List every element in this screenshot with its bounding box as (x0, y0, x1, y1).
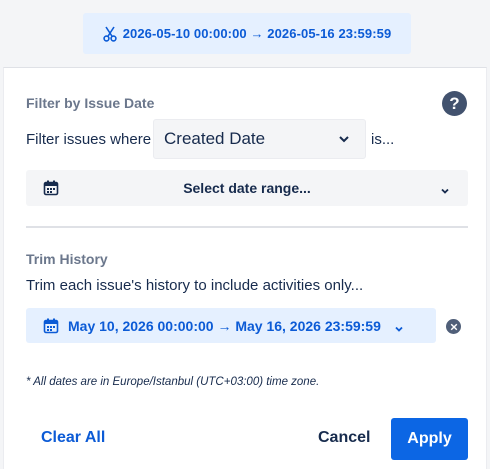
trim-section-title: Trim History (26, 251, 108, 267)
trim-description: Trim each issue's history to include act… (26, 277, 364, 294)
date-field-select-value: Created Date (164, 129, 266, 148)
chevron-down-icon (440, 183, 450, 194)
clear-trim-icon[interactable] (446, 319, 461, 334)
apply-button[interactable]: Apply (391, 418, 468, 460)
chevron-down-icon (338, 132, 350, 144)
calendar-icon (43, 318, 59, 334)
calendar-icon (43, 180, 59, 196)
timezone-note: * All dates are in Europe/Istanbul (UTC+… (26, 376, 320, 388)
filter-prefix-label: Filter issues where (26, 131, 152, 148)
date-range-button-label: Select date range... (183, 180, 311, 196)
help-icon[interactable]: ? (442, 91, 467, 116)
filter-suffix-label: is... (371, 131, 395, 148)
chevron-down-icon (394, 321, 404, 332)
clear-all-button[interactable]: Clear All (41, 429, 105, 447)
cancel-button[interactable]: Cancel (318, 429, 370, 447)
filter-section-title: Filter by Issue Date (26, 95, 155, 111)
date-field-select[interactable]: Created Date (153, 119, 366, 159)
trim-range-label: May 10, 2026 00:00:00 → May 16, 2026 23:… (68, 317, 381, 334)
section-divider (26, 226, 468, 228)
trim-range-chip-label: 2026-05-10 00:00:00 → 2026-05-16 23:59:5… (122, 26, 392, 41)
trim-range-chip[interactable]: 2026-05-10 00:00:00 → 2026-05-16 23:59:5… (83, 13, 411, 54)
trim-range-select[interactable]: May 10, 2026 00:00:00 → May 16, 2026 23:… (26, 308, 436, 343)
date-range-button[interactable]: Select date range... (26, 170, 468, 206)
filter-panel: Filter by Issue Date ? Filter issues whe… (3, 67, 487, 469)
scissors-icon (102, 26, 117, 42)
